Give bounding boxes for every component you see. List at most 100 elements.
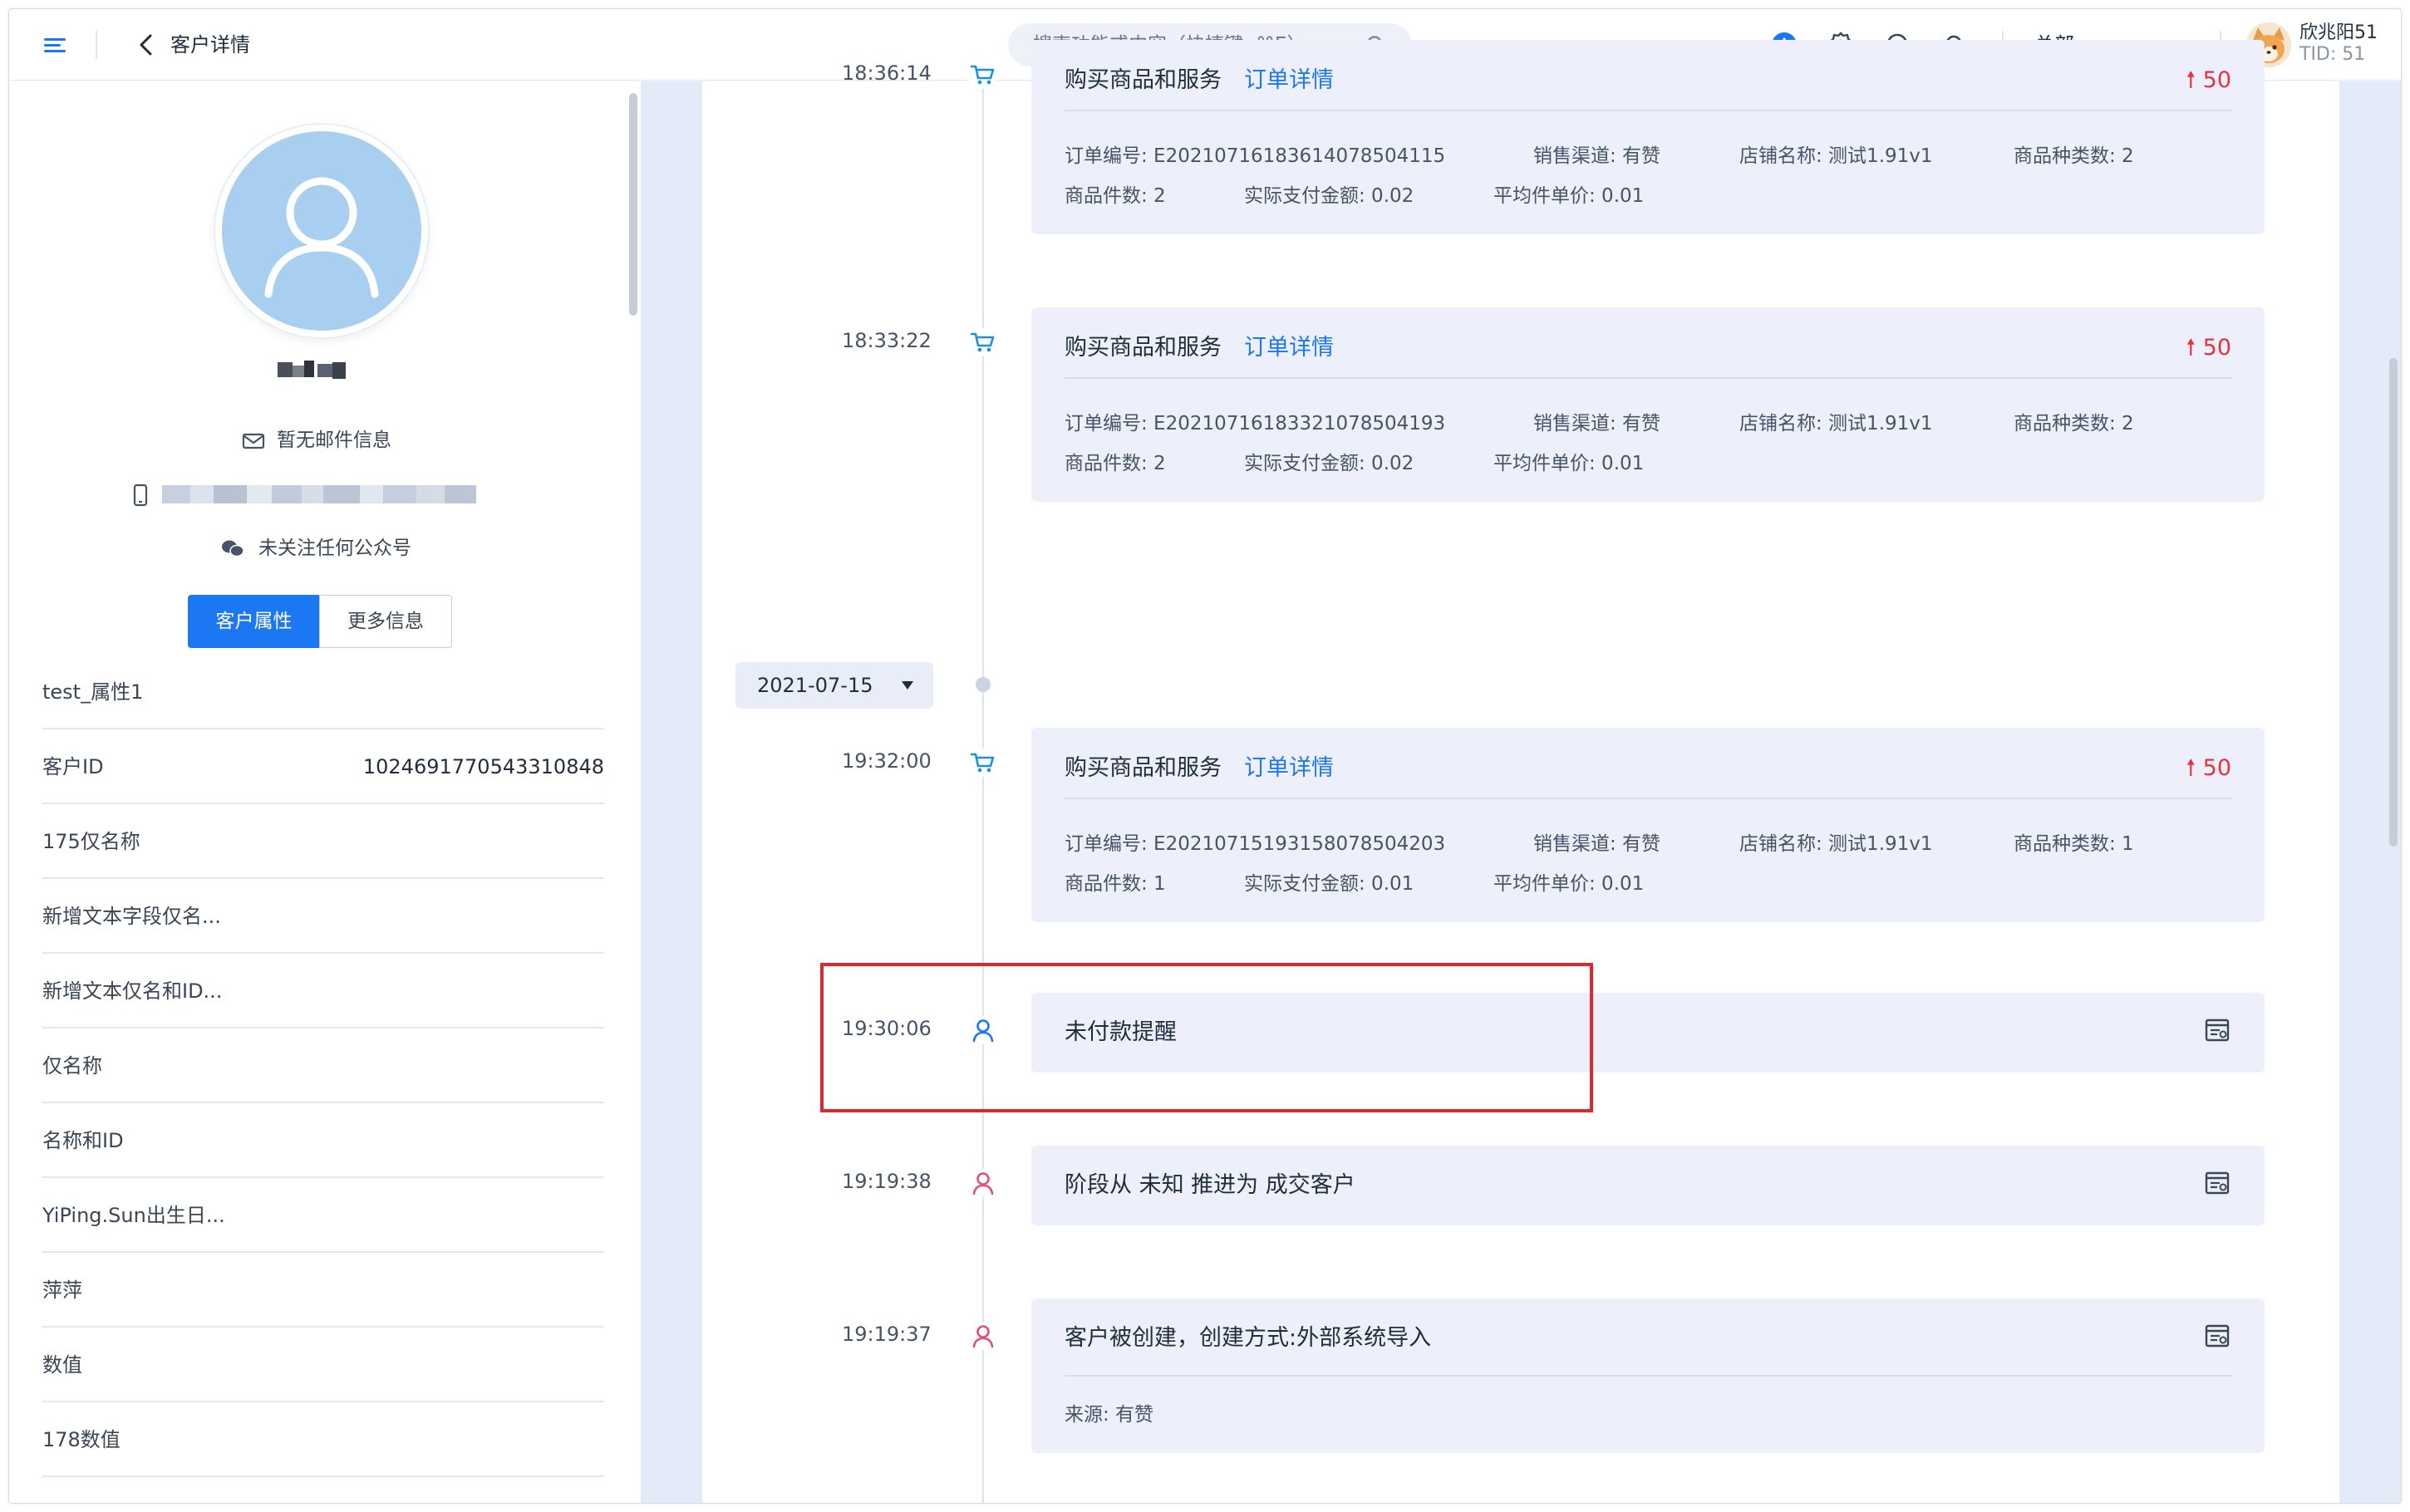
event-card: 购买商品和服务 订单详情 🠕 50 订单编号: E202107161836140… [1031, 40, 2265, 234]
attribute-label: 萍萍 [42, 1279, 82, 1302]
event-title: 购买商品和服务 [1065, 67, 1222, 93]
attribute-label: 175仅名称 [42, 830, 140, 853]
score-value: 50 [2202, 755, 2231, 781]
wechat-text: 未关注任何公众号 [258, 538, 411, 559]
attribute-row: 仅名称 [42, 1028, 604, 1103]
attribute-row: 178数值 [42, 1402, 604, 1477]
tab-customer-attributes[interactable]: 客户属性 [188, 595, 320, 648]
score-up-icon: 🠕 [2186, 755, 2203, 781]
attribute-row: YiPing.Sun出生日... [42, 1178, 604, 1253]
page-title: 客户详情 [170, 33, 250, 56]
field-order-id: 订单编号: E20210716183321078504193 [1065, 413, 1446, 434]
customer-avatar [215, 125, 428, 337]
event-title: 购买商品和服务 [1065, 755, 1222, 781]
event-card: 购买商品和服务 订单详情 🠕 50 订单编号: E202107151931580… [1031, 728, 2265, 922]
cart-icon [969, 328, 997, 356]
event-time: 19:32:00 [842, 749, 932, 773]
attribute-label: 仅名称 [42, 1054, 102, 1078]
attribute-label: 新增文本字段仅名... [42, 905, 221, 928]
attribute-row: 客户ID 1024691770543310848 [42, 729, 604, 804]
order-details-link[interactable]: 订单详情 [1244, 753, 1334, 784]
back-icon[interactable] [134, 31, 159, 59]
date-group-label: 2021-07-15 [757, 674, 873, 697]
attribute-label: 数值 [42, 1353, 82, 1377]
attribute-row: 名称ID属性 [42, 1477, 604, 1503]
field-store-name: 店铺名称: 测试1.91v1 [1739, 413, 1933, 434]
field-paid-amount: 实际支付金额: 0.01 [1244, 873, 1414, 895]
score-badge: 🠕 50 [2186, 65, 2231, 96]
field-order-id: 订单编号: E20210716183614078504115 [1065, 145, 1446, 167]
event-title: 客户被创建，创建方式:外部系统导入 [1065, 1325, 1432, 1351]
field-category-count: 商品种类数: 1 [2014, 833, 2134, 855]
field-store-name: 店铺名称: 测试1.91v1 [1739, 833, 1933, 855]
event-title: 阶段从 未知 推进为 成交客户 [1065, 1172, 1355, 1198]
attribute-row: 175仅名称 [42, 804, 604, 879]
user-outline-icon [969, 1322, 997, 1350]
score-value: 50 [2202, 335, 2231, 361]
highlight-annotation [820, 963, 1593, 1112]
timeline-dot [976, 677, 991, 692]
card-divider [1065, 798, 2233, 799]
event-time: 19:19:38 [842, 1170, 932, 1193]
order-details-link[interactable]: 订单详情 [1244, 65, 1334, 96]
email-text: 暂无邮件信息 [277, 430, 391, 451]
phone-icon [133, 484, 148, 507]
event-time: 19:19:37 [842, 1323, 932, 1346]
attribute-label: YiPing.Sun出生日... [42, 1204, 225, 1227]
attribute-label: 名称和ID [42, 1129, 124, 1152]
customer-name-blurred [278, 361, 352, 380]
mail-icon [242, 433, 265, 449]
field-item-count: 商品件数: 1 [1065, 873, 1166, 895]
field-avg-price: 平均件单价: 0.01 [1493, 873, 1645, 895]
field-category-count: 商品种类数: 2 [2014, 145, 2134, 167]
score-up-icon: 🠕 [2186, 335, 2203, 361]
tab-more-info[interactable]: 更多信息 [319, 595, 452, 648]
attribute-label: 客户ID [42, 755, 104, 778]
date-group-selector[interactable]: 2021-07-15 [735, 662, 933, 709]
log-detail-icon[interactable] [2203, 1322, 2231, 1350]
card-divider [1065, 377, 2233, 379]
field-item-count: 商品件数: 2 [1065, 453, 1166, 474]
attribute-label: 名称ID属性 [42, 1500, 144, 1503]
left-scrollbar[interactable] [629, 93, 637, 316]
attribute-row: 数值 [42, 1328, 604, 1402]
content-scrollbar[interactable] [2389, 358, 2398, 847]
attribute-row: test_属性1 [42, 655, 604, 729]
attribute-label: 178数值 [42, 1428, 120, 1451]
customer-profile-panel: 暂无邮件信息 未关注任何公众号 客户属性 更多信息 test_属性1 客户ID … [9, 81, 641, 1503]
menu-icon[interactable] [42, 32, 67, 57]
cart-icon [969, 749, 997, 777]
field-item-count: 商品件数: 2 [1065, 185, 1166, 207]
score-value: 50 [2202, 67, 2231, 93]
caret-down-icon [902, 681, 913, 690]
profile-tabs: 客户属性 更多信息 [188, 595, 452, 648]
event-title: 购买商品和服务 [1065, 335, 1222, 361]
field-store-name: 店铺名称: 测试1.91v1 [1739, 145, 1933, 167]
phone-number-blurred [162, 485, 478, 503]
header-divider [96, 31, 97, 59]
field-sales-channel: 销售渠道: 有赞 [1533, 145, 1661, 167]
event-card: 购买商品和服务 订单详情 🠕 50 订单编号: E202107161833210… [1031, 307, 2265, 502]
attribute-label: 新增文本仅名和ID... [42, 979, 223, 1003]
event-card: 客户被创建，创建方式:外部系统导入 来源: 有赞 [1031, 1298, 2265, 1453]
score-badge: 🠕 50 [2186, 332, 2231, 364]
cart-icon [969, 61, 997, 89]
order-details-link[interactable]: 订单详情 [1244, 332, 1334, 364]
attribute-row: 名称和ID [42, 1103, 604, 1178]
card-divider [1065, 1375, 2233, 1377]
score-up-icon: 🠕 [2186, 67, 2203, 93]
timeline-axis [982, 81, 984, 1503]
user-name[interactable]: 欣兆阳51 [2299, 22, 2378, 44]
attribute-row: 新增文本字段仅名... [42, 879, 604, 954]
field-order-id: 订单编号: E20210715193158078504203 [1065, 833, 1446, 855]
log-detail-icon[interactable] [2203, 1016, 2231, 1044]
user-icon [264, 177, 379, 298]
attribute-value: 1024691770543310848 [362, 755, 604, 778]
field-avg-price: 平均件单价: 0.01 [1493, 453, 1645, 474]
attribute-row: 新增文本仅名和ID... [42, 954, 604, 1028]
log-detail-icon[interactable] [2203, 1169, 2231, 1197]
attribute-label: test_属性1 [42, 680, 144, 704]
wechat-icon [222, 540, 244, 557]
event-time: 18:36:14 [842, 61, 932, 85]
field-paid-amount: 实际支付金额: 0.02 [1244, 185, 1414, 207]
